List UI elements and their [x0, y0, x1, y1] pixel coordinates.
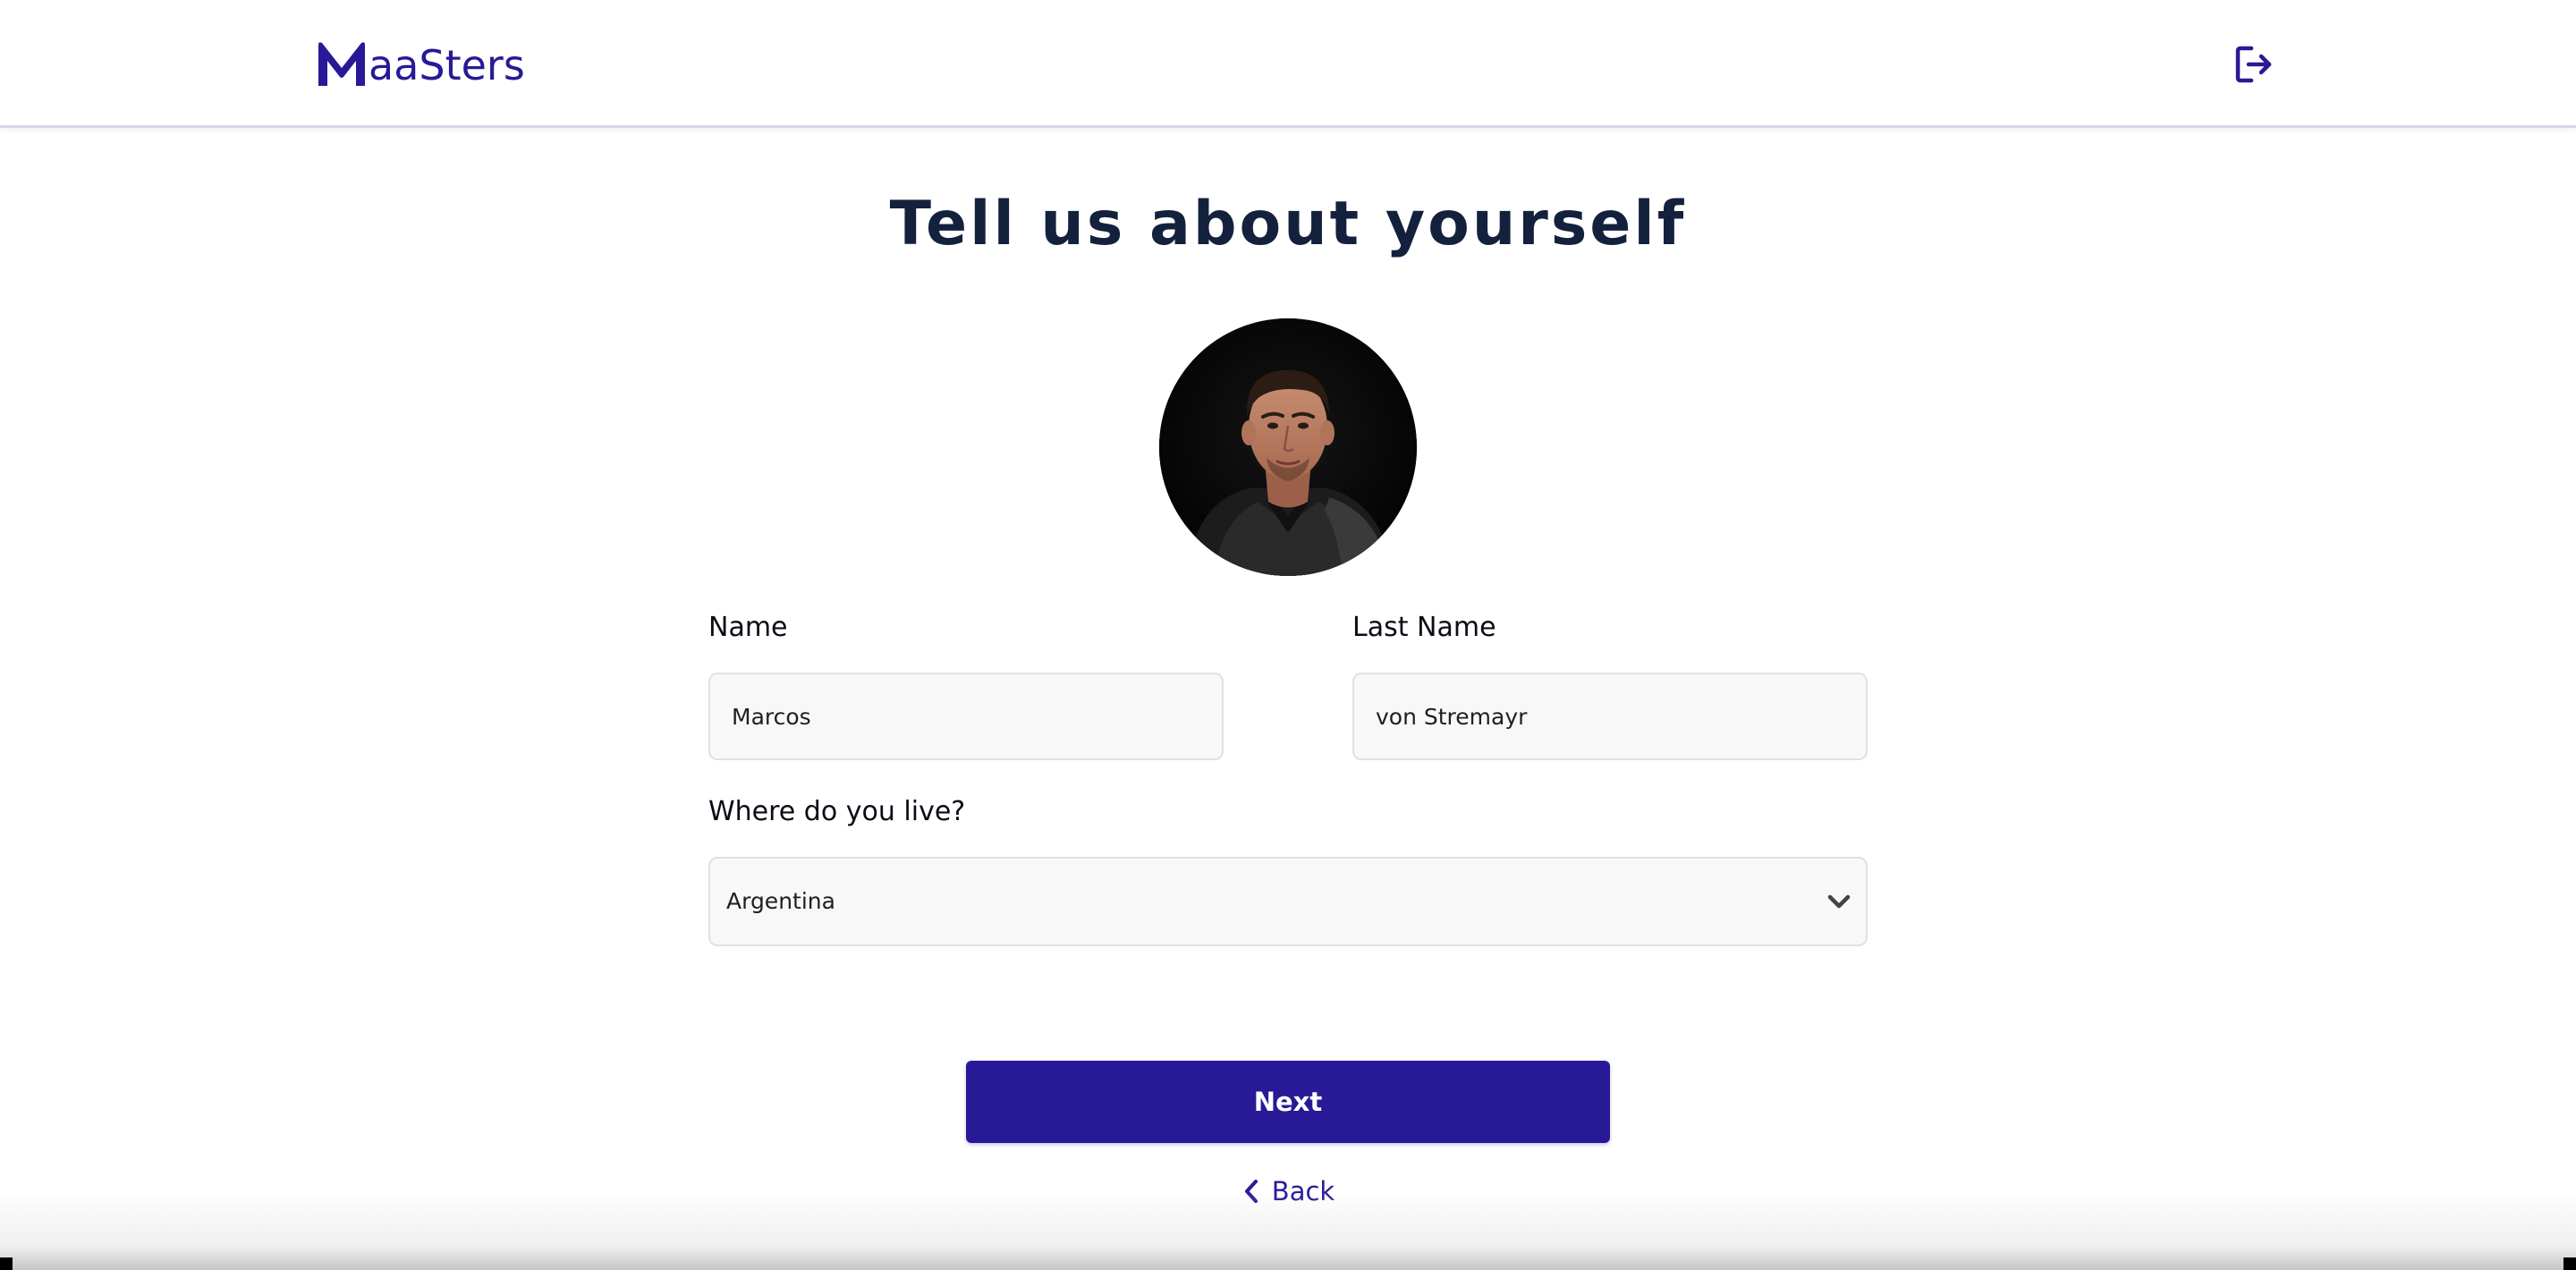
- logout-button[interactable]: [2229, 39, 2279, 89]
- logo-text: aaSters: [369, 41, 525, 89]
- window-corner-left: [0, 1257, 13, 1270]
- back-button[interactable]: Back: [1234, 1172, 1342, 1211]
- residence-label: Where do you live?: [708, 796, 966, 827]
- country-select[interactable]: Argentina: [708, 857, 1868, 946]
- top-header: aaSters: [0, 0, 2576, 128]
- last-name-input[interactable]: [1352, 673, 1868, 760]
- last-name-label: Last Name: [1352, 612, 1496, 643]
- name-label: Name: [708, 612, 788, 643]
- name-input[interactable]: [708, 673, 1224, 760]
- chevron-down-icon: [1827, 894, 1851, 909]
- back-label: Back: [1271, 1176, 1335, 1206]
- logo-m-icon: [318, 42, 365, 86]
- page-title: Tell us about yourself: [889, 189, 1687, 259]
- profile-photo-image: [1159, 318, 1417, 576]
- window-corner-right: [2563, 1257, 2576, 1270]
- brand-logo[interactable]: aaSters: [317, 36, 525, 86]
- logout-icon: [2235, 46, 2272, 83]
- chevron-left-icon: [1244, 1180, 1258, 1203]
- page: aaSters Tell us about yourself Name Marc…: [0, 0, 2576, 1270]
- avatar[interactable]: [1159, 318, 1417, 576]
- country-select-value: Argentina: [726, 888, 835, 914]
- next-button[interactable]: Next: [966, 1061, 1610, 1143]
